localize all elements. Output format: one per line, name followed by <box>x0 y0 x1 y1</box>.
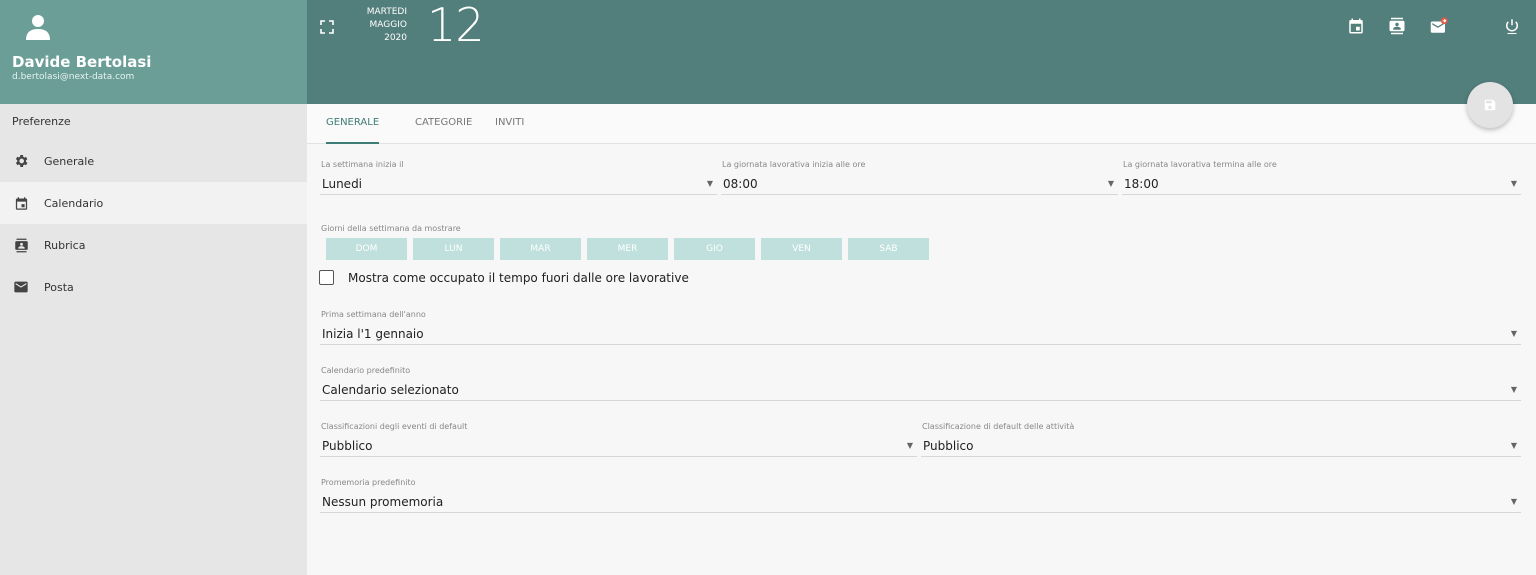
year: 2020 <box>384 33 407 43</box>
day-toggle-lun[interactable]: LUN <box>413 238 494 260</box>
task-class-label: Classificazione di default delle attivit… <box>922 422 1075 431</box>
work-start-value: 08:00 <box>723 177 758 191</box>
tab-bar: GENERALE CATEGORIE INVITI <box>307 104 1536 144</box>
date-stack: MARTEDI MAGGIO 2020 <box>347 6 407 45</box>
sidebar-item-rubrica[interactable]: Rubrica <box>0 224 307 266</box>
event-class-value: Pubblico <box>322 439 373 453</box>
save-icon <box>1484 99 1496 111</box>
dropdown-arrow-icon: ▼ <box>1107 179 1114 188</box>
sidebar-item-label: Generale <box>44 154 95 168</box>
preferences-title: Preferenze <box>12 115 71 128</box>
month: MAGGIO <box>369 20 407 30</box>
first-week-value: Inizia l'1 gennaio <box>322 327 424 341</box>
save-button[interactable] <box>1467 82 1513 128</box>
tab-inviti[interactable]: INVITI <box>495 104 524 144</box>
busy-checkbox-label: Mostra come occupato il tempo fuori dall… <box>348 270 689 285</box>
contacts-icon[interactable] <box>1388 17 1406 35</box>
power-icon[interactable] <box>1503 17 1521 35</box>
user-name: Davide Bertolasi <box>12 53 152 71</box>
user-box: Davide Bertolasi d.bertolasi@next-data.c… <box>0 0 307 104</box>
task-class-select[interactable]: Pubblico ▼ <box>921 435 1521 457</box>
dropdown-arrow-icon: ▼ <box>706 179 713 188</box>
sidebar-item-generale[interactable]: Generale <box>0 140 307 182</box>
reminder-label: Promemoria predefinito <box>321 478 416 487</box>
dropdown-arrow-icon: ▼ <box>1510 179 1517 188</box>
default-calendar-label: Calendario predefinito <box>321 366 411 375</box>
fullscreen-icon[interactable] <box>320 20 334 34</box>
default-calendar-value: Calendario selezionato <box>322 383 459 397</box>
sidebar-item-label: Calendario <box>44 196 104 210</box>
calendar-icon[interactable] <box>1347 17 1365 35</box>
reminder-value: Nessun promemoria <box>322 495 444 509</box>
work-start-select[interactable]: 08:00 ▼ <box>721 173 1118 195</box>
day-toggle-sab[interactable]: SAB <box>848 238 929 260</box>
dropdown-arrow-icon: ▼ <box>1510 385 1517 394</box>
first-week-label: Prima settimana dell'anno <box>321 310 426 319</box>
gear-icon <box>12 152 30 170</box>
busy-checkbox-row: Mostra come occupato il tempo fuori dall… <box>319 270 689 285</box>
work-end-label: La giornata lavorativa termina alle ore <box>1123 160 1277 169</box>
busy-checkbox[interactable] <box>319 270 334 285</box>
week-start-value: Lunedi <box>322 177 363 191</box>
tab-generale[interactable]: GENERALE <box>326 104 380 144</box>
tab-categorie[interactable]: CATEGORIE <box>415 104 472 144</box>
sidebar-item-label: Rubrica <box>44 238 86 252</box>
sidebar: Davide Bertolasi d.bertolasi@next-data.c… <box>0 0 307 575</box>
day-toggle-dom[interactable]: DOM <box>326 238 407 260</box>
dropdown-arrow-icon: ▼ <box>1510 497 1517 506</box>
day-toggle-mar[interactable]: MAR <box>500 238 581 260</box>
dropdown-arrow-icon: ▼ <box>1510 441 1517 450</box>
weekday: MARTEDI <box>366 7 407 17</box>
default-calendar-select[interactable]: Calendario selezionato ▼ <box>320 379 1521 401</box>
days-label: Giorni della settimana da mostrare <box>321 224 461 233</box>
dropdown-arrow-icon: ▼ <box>1510 329 1517 338</box>
event-class-label: Classificazioni degli eventi di default <box>321 422 468 431</box>
mail-notification-icon[interactable] <box>1430 17 1448 35</box>
week-start-label: La settimana inizia il <box>321 160 404 169</box>
mail-icon <box>12 278 30 296</box>
day-toggle-gio[interactable]: GIO <box>674 238 755 260</box>
event-class-select[interactable]: Pubblico ▼ <box>320 435 917 457</box>
user-avatar-icon <box>26 15 50 40</box>
day-toggle-mer[interactable]: MER <box>587 238 668 260</box>
sidebar-item-posta[interactable]: Posta <box>0 266 307 308</box>
contacts-icon <box>12 236 30 254</box>
reminder-select[interactable]: Nessun promemoria ▼ <box>320 491 1521 513</box>
sidebar-item-calendario[interactable]: Calendario <box>0 182 307 224</box>
sidebar-item-label: Posta <box>44 280 74 294</box>
work-start-label: La giornata lavorativa inizia alle ore <box>722 160 866 169</box>
main-content: GENERALE CATEGORIE INVITI La settimana i… <box>307 104 1536 575</box>
calendar-icon <box>12 194 30 212</box>
work-end-value: 18:00 <box>1124 177 1159 191</box>
header: MARTEDI MAGGIO 2020 12 <box>307 0 1536 104</box>
week-start-select[interactable]: Lunedi ▼ <box>320 173 717 195</box>
day-number: 12 <box>427 0 485 52</box>
dropdown-arrow-icon: ▼ <box>906 441 913 450</box>
task-class-value: Pubblico <box>923 439 974 453</box>
user-email: d.bertolasi@next-data.com <box>12 72 135 82</box>
days-toggle-group: DOM LUN MAR MER GIO VEN SAB <box>326 238 929 260</box>
work-end-select[interactable]: 18:00 ▼ <box>1122 173 1521 195</box>
first-week-select[interactable]: Inizia l'1 gennaio ▼ <box>320 323 1521 345</box>
day-toggle-ven[interactable]: VEN <box>761 238 842 260</box>
